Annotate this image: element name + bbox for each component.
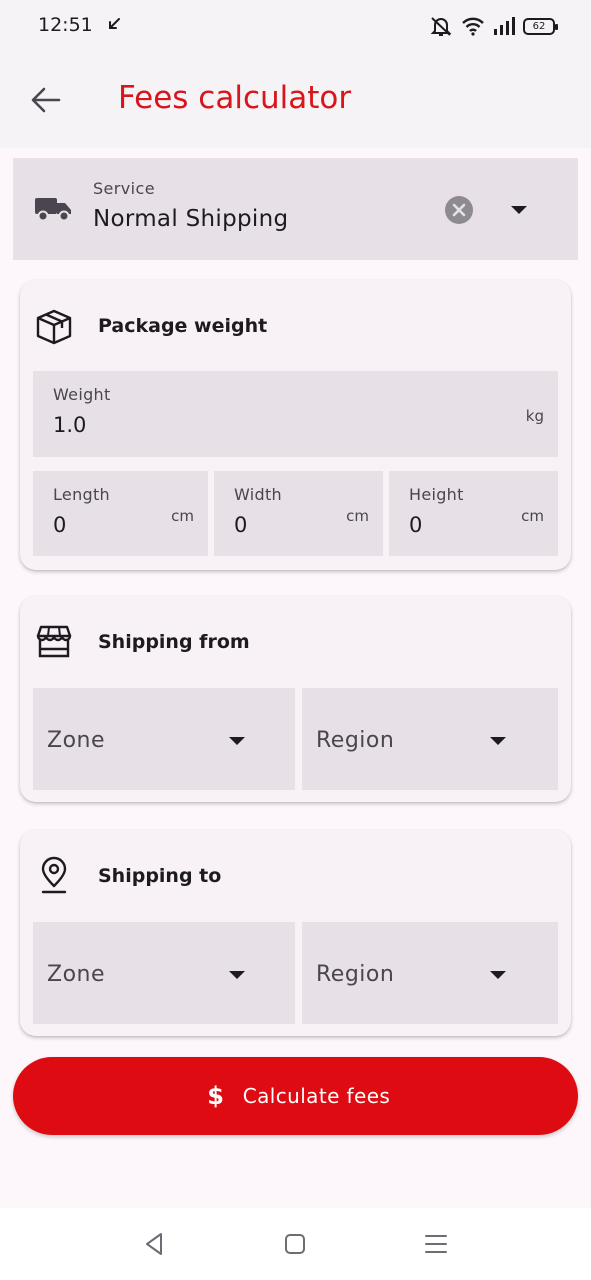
nav-home-icon[interactable] xyxy=(281,1230,309,1258)
dollar-icon: $ xyxy=(207,1082,225,1110)
calculate-fees-label: Calculate fees xyxy=(242,1084,391,1108)
service-label: Service xyxy=(93,179,155,198)
from-region-dropdown[interactable]: Region xyxy=(302,688,558,790)
from-region-placeholder: Region xyxy=(316,728,395,753)
length-field[interactable]: Length 0 cm xyxy=(33,471,208,556)
width-field[interactable]: Width 0 cm xyxy=(214,471,383,556)
length-label: Length xyxy=(53,485,110,504)
system-navigation-bar xyxy=(0,1208,591,1280)
weight-value: 1.0 xyxy=(53,413,87,437)
close-icon xyxy=(452,203,466,217)
status-time: 12:51 xyxy=(38,14,93,36)
from-zone-placeholder: Zone xyxy=(47,728,106,753)
arrow-back-icon xyxy=(31,87,61,113)
storefront-icon xyxy=(36,625,72,658)
package-weight-card: Package weight Weight 1.0 kg Length 0 cm… xyxy=(20,280,571,570)
weight-unit: kg xyxy=(525,407,544,425)
to-zone-dropdown[interactable]: Zone xyxy=(33,922,295,1024)
service-dropdown[interactable]: Service Normal Shipping xyxy=(13,158,578,260)
width-unit: cm xyxy=(346,507,369,525)
shipping-to-card: Shipping to Zone Region xyxy=(20,830,571,1036)
height-field[interactable]: Height 0 cm xyxy=(389,471,558,556)
shipping-from-title: Shipping from xyxy=(98,631,250,653)
height-value: 0 xyxy=(409,513,423,537)
app-bar: Fees calculator xyxy=(0,56,591,148)
shipping-to-title: Shipping to xyxy=(98,865,222,887)
height-label: Height xyxy=(409,485,464,504)
page-title: Fees calculator xyxy=(118,80,352,116)
calculate-fees-button[interactable]: $ Calculate fees xyxy=(13,1057,578,1135)
height-unit: cm xyxy=(521,507,544,525)
weight-label: Weight xyxy=(53,385,111,404)
caret-down-icon xyxy=(490,971,506,979)
length-value: 0 xyxy=(53,513,67,537)
from-zone-dropdown[interactable]: Zone xyxy=(33,688,295,790)
length-unit: cm xyxy=(171,507,194,525)
service-value: Normal Shipping xyxy=(93,206,289,232)
clear-service-button[interactable] xyxy=(445,196,473,224)
weight-field[interactable]: Weight 1.0 kg xyxy=(33,371,558,457)
back-button[interactable] xyxy=(26,80,66,120)
shipping-from-card: Shipping from Zone Region xyxy=(20,596,571,802)
location-pin-icon xyxy=(41,856,67,894)
caret-down-icon xyxy=(229,737,245,745)
truck-icon xyxy=(35,198,71,222)
package-box-icon xyxy=(36,309,72,345)
signal-icon xyxy=(494,17,515,35)
caret-down-icon[interactable] xyxy=(507,200,531,220)
nav-back-icon[interactable] xyxy=(141,1230,169,1258)
download-arrow-icon xyxy=(109,18,120,29)
status-bar: 12:51 62 xyxy=(0,0,591,56)
status-icons: 62 xyxy=(429,14,558,38)
width-value: 0 xyxy=(234,513,248,537)
package-weight-title: Package weight xyxy=(98,315,268,337)
mute-bell-icon xyxy=(430,17,452,36)
to-zone-placeholder: Zone xyxy=(47,962,106,987)
nav-menu-icon[interactable] xyxy=(422,1230,450,1258)
caret-down-icon xyxy=(229,971,245,979)
battery-icon: 62 xyxy=(523,17,558,35)
width-label: Width xyxy=(234,485,282,504)
to-region-dropdown[interactable]: Region xyxy=(302,922,558,1024)
to-region-placeholder: Region xyxy=(316,962,395,987)
wifi-icon xyxy=(462,17,484,36)
caret-down-icon xyxy=(490,737,506,745)
